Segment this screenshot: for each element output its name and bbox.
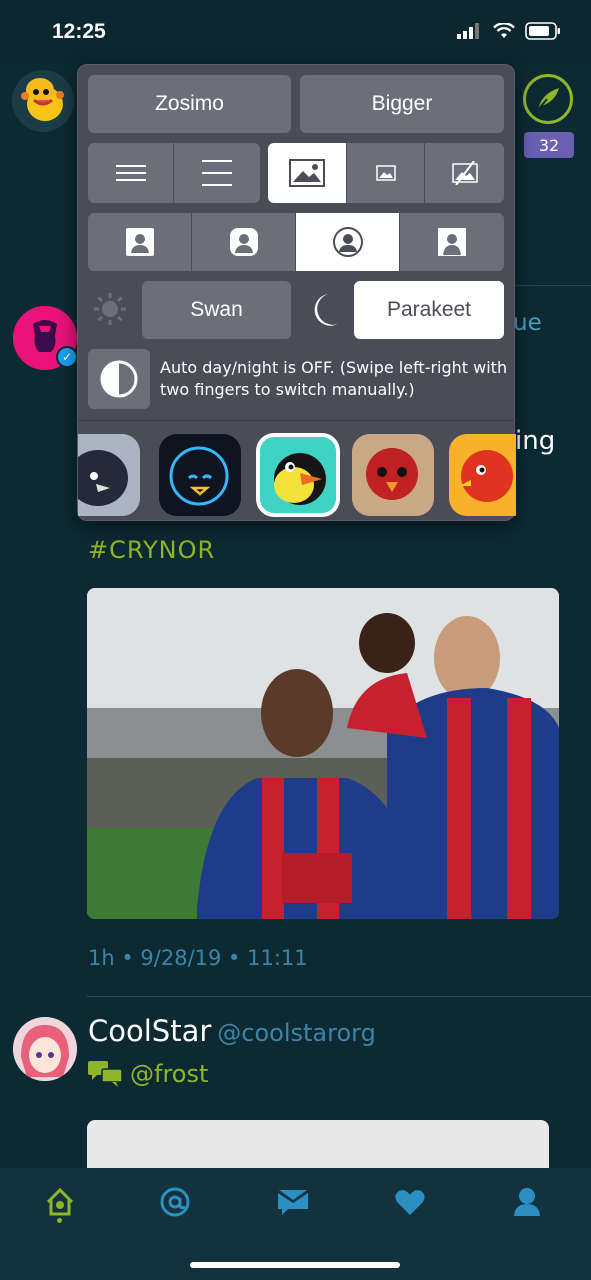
status-time: 12:25	[52, 20, 106, 43]
avatar-rounded-icon	[229, 228, 258, 256]
night-theme-button[interactable]: Parakeet	[354, 281, 504, 339]
avatar-sharp-icon	[438, 228, 466, 256]
tab-mentions[interactable]	[157, 1184, 193, 1220]
image-off-icon	[451, 161, 478, 185]
text-density-segment	[88, 143, 260, 203]
battery-icon	[525, 22, 560, 40]
reply-indicator[interactable]: @frost	[88, 1060, 208, 1088]
home-icon	[46, 1187, 74, 1216]
app-icon-option[interactable]	[352, 434, 434, 516]
bird-avatar-icon	[12, 70, 74, 132]
tweet-avatar[interactable]	[13, 1017, 77, 1081]
reply-to-handle: @frost	[130, 1060, 209, 1088]
home-indicator	[190, 1262, 400, 1268]
avatar-style-circle[interactable]	[296, 213, 400, 271]
tweet-timestamp[interactable]: 1h • 9/28/19 • 11:11	[88, 946, 308, 970]
likes-icon	[395, 1190, 425, 1215]
football-photo	[87, 588, 559, 919]
media-size-large[interactable]	[268, 143, 347, 203]
conversation-icon	[88, 1061, 123, 1087]
unread-badge[interactable]: 32	[524, 132, 574, 158]
sun-icon	[94, 293, 126, 325]
avatar-style-rounded[interactable]	[192, 213, 296, 271]
media-size-off[interactable]	[425, 143, 504, 203]
app-icon-option-selected[interactable]	[256, 433, 340, 517]
phoenix-bird-icon	[449, 434, 516, 516]
day-theme-button[interactable]: Swan	[142, 281, 291, 339]
auto-day-night-note: Auto day/night is OFF. (Swipe left-right…	[160, 358, 508, 399]
media-size-small[interactable]	[347, 143, 425, 203]
auto-day-night-toggle[interactable]	[88, 349, 150, 409]
status-bar: 12:25	[0, 0, 591, 64]
lines-spacious-icon	[202, 160, 232, 186]
contrast-icon	[100, 360, 138, 398]
avatar-style-square[interactable]	[88, 213, 192, 271]
density-spacious[interactable]	[174, 143, 260, 203]
font-option-zosimo[interactable]: Zosimo	[88, 75, 291, 133]
app-icon-picker	[78, 420, 516, 522]
tab-likes[interactable]	[392, 1184, 428, 1220]
divider	[86, 996, 591, 997]
tweet-header-fragment: ue	[513, 310, 542, 336]
tweet-text-fragment: ing	[515, 426, 556, 456]
status-icons	[457, 22, 561, 40]
wifi-icon	[493, 23, 515, 38]
dark-bird-icon	[78, 434, 140, 516]
tab-profile[interactable]	[509, 1184, 545, 1220]
messages-icon	[278, 1190, 308, 1215]
verified-badge-icon: ✓	[56, 346, 78, 368]
display-settings-popover: Zosimo Bigger Swan Parakeet Auto day/nig…	[77, 64, 516, 522]
app-icon-option[interactable]	[78, 434, 140, 516]
profile-icon	[514, 1188, 540, 1216]
tab-messages[interactable]	[275, 1184, 311, 1220]
cardinal-bird-icon	[352, 434, 434, 516]
image-large-icon	[289, 159, 325, 187]
compose-button[interactable]	[523, 74, 573, 124]
tweet-author[interactable]: CoolStar @coolstarorg	[88, 1014, 376, 1048]
penguin-bird-icon	[260, 437, 336, 513]
lines-compact-icon	[115, 165, 146, 181]
app-icon-option[interactable]	[159, 434, 241, 516]
avatar-square-icon	[125, 228, 154, 256]
author-handle: @coolstarorg	[217, 1019, 376, 1047]
feather-icon	[536, 88, 559, 112]
hashtag-link[interactable]: #CRYNOR	[88, 536, 215, 564]
moon-icon	[314, 294, 338, 326]
density-compact[interactable]	[88, 143, 174, 203]
signal-icon	[457, 23, 479, 39]
tweet-media-image[interactable]	[87, 588, 559, 919]
tab-home[interactable]	[42, 1184, 78, 1220]
avatar-style-segment	[88, 213, 504, 271]
neon-bird-icon	[159, 434, 241, 516]
image-small-icon	[375, 165, 396, 181]
media-size-segment	[268, 143, 504, 203]
active-tab-indicator	[57, 1218, 62, 1223]
mentions-icon	[160, 1187, 190, 1217]
font-option-bigger[interactable]: Bigger	[300, 75, 504, 133]
avatar-style-sharp[interactable]	[400, 213, 504, 271]
avatar-circle-icon	[332, 227, 363, 257]
app-icon-option[interactable]	[449, 434, 516, 516]
account-avatar[interactable]	[12, 70, 74, 132]
anime-avatar-icon	[13, 1017, 77, 1081]
author-name: CoolStar	[88, 1014, 212, 1048]
